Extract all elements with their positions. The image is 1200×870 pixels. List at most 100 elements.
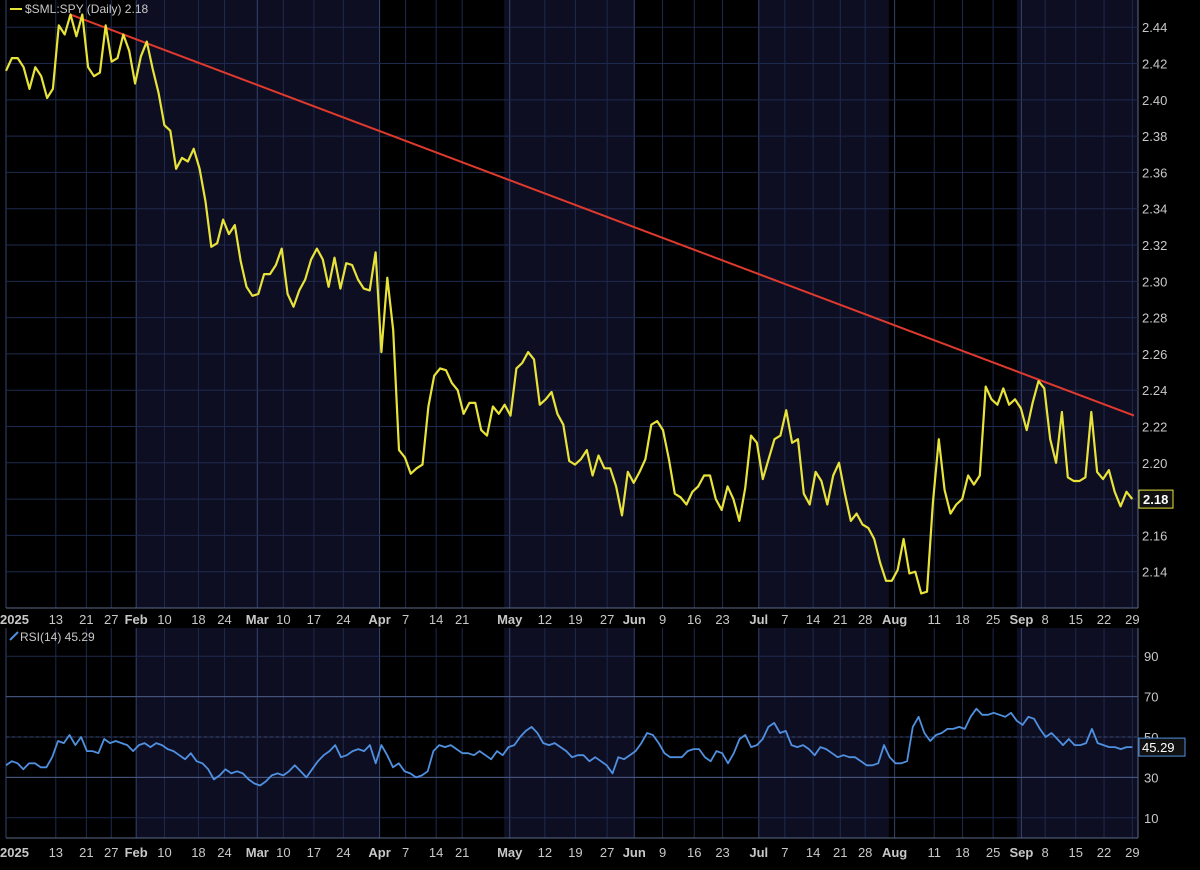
x-tick-label: 9: [659, 612, 666, 627]
y-tick-label: 2.16: [1142, 528, 1167, 543]
x-tick-label: Feb: [125, 845, 148, 860]
y-tick-label: 2.24: [1142, 383, 1167, 398]
x-tick-label: 12: [538, 612, 552, 627]
x-tick-label: 17: [307, 612, 321, 627]
x-tick-label: 19: [568, 612, 582, 627]
x-tick-label: 14: [806, 612, 820, 627]
x-tick-label: Aug: [882, 612, 907, 627]
x-tick-label: Sep: [1009, 845, 1033, 860]
y-tick-label: 2.36: [1142, 165, 1167, 180]
x-tick-label: 24: [336, 612, 350, 627]
y-tick-label: 2.40: [1142, 93, 1167, 108]
x-tick-label: 22: [1097, 845, 1111, 860]
y-tick-label: 2.14: [1142, 565, 1167, 580]
x-tick-label: 28: [858, 845, 872, 860]
x-tick-label: 18: [191, 612, 205, 627]
x-tick-label: Jun: [623, 612, 646, 627]
x-tick-label: 25: [986, 612, 1000, 627]
month-band: [379, 628, 505, 838]
bottom-legend: RSI(14) 45.29: [9, 630, 95, 644]
x-tick-label: 24: [336, 845, 350, 860]
y-tick-label: 2.38: [1142, 129, 1167, 144]
x-tick-label: 18: [955, 845, 969, 860]
rsi-last-value-label: 45.29: [1142, 740, 1175, 755]
x-tick-label: 14: [429, 845, 443, 860]
x-tick-label: 21: [833, 845, 847, 860]
month-bands-bottom: [6, 628, 1138, 838]
x-tick-label: 10: [276, 845, 290, 860]
month-band: [379, 0, 505, 608]
month-band: [1016, 628, 1138, 838]
y-tick-label: 70: [1144, 690, 1158, 705]
x-tick-label: 7: [781, 845, 788, 860]
x-tick-label: 24: [217, 845, 231, 860]
last-value-badge-top: 2.18: [1138, 489, 1174, 509]
x-tick-label: 13: [49, 612, 63, 627]
x-tick-label: 27: [600, 845, 614, 860]
x-axis-labels-bottom: 2025 13 21 27 Feb 10 18 24 Mar 10 17 24 Apr 7 14 21 May 1…: [0, 845, 1140, 860]
x-tick-label: 11: [927, 845, 941, 860]
x-tick-label: Apr: [368, 845, 390, 860]
last-value-label: 2.18: [1143, 492, 1168, 507]
x-tick-label: 8: [1042, 612, 1049, 627]
x-tick-label: 10: [157, 845, 171, 860]
x-tick-label: Jul: [749, 612, 768, 627]
month-band: [1016, 0, 1138, 608]
x-tick-label: 25: [986, 845, 1000, 860]
x-tick-label: 27: [104, 845, 118, 860]
month-band: [888, 628, 1017, 838]
x-tick-label: May: [497, 845, 523, 860]
x-tick-label: Aug: [882, 845, 907, 860]
x-tick-label: 17: [307, 845, 321, 860]
x-tick-label: 23: [715, 845, 729, 860]
x-tick-label: 27: [600, 612, 614, 627]
x-tick-label: 23: [715, 612, 729, 627]
month-bands-top: [6, 0, 1138, 608]
x-tick-label: 18: [955, 612, 969, 627]
x-tick-label: 11: [927, 612, 941, 627]
x-tick-label: 14: [806, 845, 820, 860]
month-band: [888, 0, 1017, 608]
x-tick-label: Apr: [368, 612, 390, 627]
x-tick-label: Jul: [749, 845, 768, 860]
y-tick-label: 2.26: [1142, 347, 1167, 362]
x-tick-label: 28: [858, 612, 872, 627]
x-tick-label: Mar: [246, 612, 269, 627]
x-tick-label: 12: [538, 845, 552, 860]
x-tick-label: 21: [833, 612, 847, 627]
y-tick-label: 2.42: [1142, 57, 1167, 72]
y-tick-label: 2.28: [1142, 311, 1167, 326]
x-tick-label: 16: [687, 612, 701, 627]
y-tick-label: 90: [1144, 649, 1158, 664]
bottom-chart-title: RSI(14) 45.29: [20, 630, 95, 644]
x-tick-label: 29: [1125, 612, 1139, 627]
month-band: [634, 628, 759, 838]
x-tick-label: 29: [1125, 845, 1139, 860]
y-tick-label: 10: [1144, 811, 1158, 826]
y-tick-label: 2.22: [1142, 420, 1167, 435]
x-tick-label: 22: [1097, 612, 1111, 627]
x-tick-label: Mar: [246, 845, 269, 860]
last-value-badge-bottom: 45.29: [1138, 737, 1186, 757]
x-tick-label: 21: [79, 845, 93, 860]
y-tick-label: 2.30: [1142, 274, 1167, 289]
y-tick-label: 2.34: [1142, 202, 1167, 217]
x-tick-label: 2025: [0, 845, 29, 860]
x-tick-label: 19: [568, 845, 582, 860]
x-tick-label: 7: [781, 612, 788, 627]
top-chart-title: $SML:SPY (Daily) 2.18: [25, 2, 148, 16]
x-axis-labels-top: 2025 13 21 27 Feb 10 18 24 Mar 10 17 24 Apr 7 14 21 May 1…: [0, 612, 1140, 627]
x-tick-label: Sep: [1009, 612, 1033, 627]
x-tick-label: 15: [1069, 845, 1083, 860]
month-band: [758, 628, 889, 838]
x-tick-label: Feb: [125, 612, 148, 627]
month-band: [6, 0, 137, 608]
y-tick-label: 2.20: [1142, 456, 1167, 471]
x-tick-label: 24: [217, 612, 231, 627]
x-tick-label: 7: [402, 612, 409, 627]
x-tick-label: Jun: [623, 845, 646, 860]
month-band: [504, 0, 635, 608]
x-tick-label: May: [497, 612, 523, 627]
x-tick-label: 10: [276, 612, 290, 627]
x-tick-label: 15: [1069, 612, 1083, 627]
